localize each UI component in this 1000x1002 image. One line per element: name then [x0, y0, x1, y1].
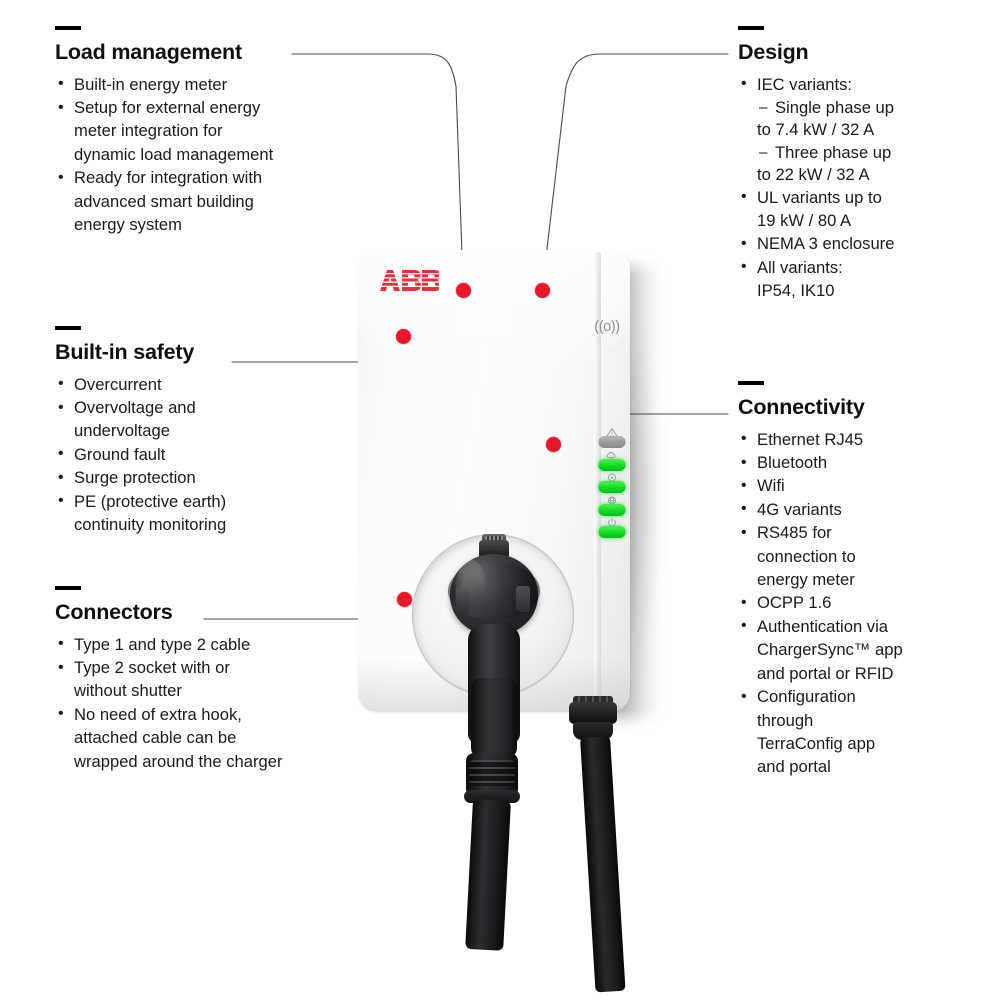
callout-list-item: wrapped around the charger: [74, 751, 283, 771]
callout-list-item: Surge protection: [55, 467, 345, 490]
callout-list-item: attached cable can be: [74, 728, 237, 748]
callout-list-item: Wifi: [738, 475, 988, 498]
status-led-network: [595, 496, 629, 518]
charging-cable: [465, 799, 511, 951]
callout-list-item: Ethernet RJ45: [738, 428, 988, 451]
callout-heading: Load management: [55, 40, 242, 64]
callout-list-item: ChargerSync™ app: [757, 640, 903, 660]
callout-list-item: energy meter: [757, 570, 855, 590]
status-led-warning: [595, 427, 629, 450]
plug-latch-notch: [485, 536, 503, 540]
callout-list-item: meter integration for: [74, 121, 223, 141]
callout-design: Design IEC variants:Single phase upto 7.…: [738, 26, 988, 304]
callout-list-item: Type 2 socket with or: [55, 657, 365, 680]
callout-list-item: Type 1 and type 2 cable: [55, 633, 365, 656]
callout-connectivity: Connectivity Ethernet RJ45BluetoothWifi4…: [738, 381, 988, 780]
callout-list-item: TerraConfig app: [757, 733, 876, 753]
plug-handle-grip: [471, 678, 517, 758]
strain-relief-ribs: [469, 760, 515, 786]
plug-grip-tab-right: [516, 586, 530, 612]
gland-nut: [569, 702, 617, 724]
section-rule: [738, 381, 764, 385]
callout-heading: Connectivity: [738, 395, 865, 419]
power-cable-gland-assembly: [559, 696, 626, 1002]
power-supply-cable: [580, 736, 626, 993]
plug-grip-tab-left: [456, 588, 469, 614]
callout-dot-design[interactable]: [535, 283, 550, 298]
callout-list-item: Ground fault: [55, 443, 345, 466]
callout-list: IEC variants:Single phase upto 7.4 kW / …: [738, 73, 988, 303]
callout-dot-connectors[interactable]: [397, 592, 412, 607]
callout-list-item: to 22 kW / 32 A: [757, 165, 870, 185]
callout-heading: Design: [738, 40, 809, 64]
type2-connector-plug: [440, 528, 548, 951]
callout-list-item: IP54, IK10: [757, 281, 835, 301]
callout-list-item: PE (protective earth): [55, 490, 345, 513]
callout-list-item: dynamic load management: [74, 144, 274, 164]
callout-list-item: advanced smart building: [74, 191, 254, 211]
product-image-terra-ac-wallbox: ((o)): [340, 238, 670, 993]
diagram-stage: ((o)) Load management • Built-in energy …: [0, 0, 1000, 993]
callout-list-item: No need of extra hook,: [55, 703, 365, 726]
callout-dot-connectivity[interactable]: [546, 437, 561, 452]
callout-list-item: and portal: [757, 757, 831, 777]
led-indicator: [598, 503, 626, 516]
callout-list: Ethernet RJ45BluetoothWifi4G variantsRS4…: [738, 428, 988, 779]
callout-list: Type 1 and type 2 cableType 2 socket wit…: [55, 633, 365, 773]
led-indicator: [598, 526, 626, 538]
section-rule: [738, 26, 764, 30]
callout-built-in-safety: Built-in safety OvercurrentOvervoltage a…: [55, 326, 345, 537]
callout-load-management: Load management Built-in energy meterSet…: [55, 26, 345, 237]
callout-connectors: Connectors Type 1 and type 2 cableType 2…: [55, 586, 365, 774]
callout-list-item: to 7.4 kW / 32 A: [757, 120, 875, 140]
callout-list-item: Setup for external energy: [55, 97, 345, 120]
callout-list-item: connection to: [757, 546, 856, 566]
callout-list-item: Built-in energy meter: [55, 73, 345, 96]
callout-list-item: undervoltage: [74, 421, 170, 441]
callout-list-item: IEC variants:: [738, 73, 988, 96]
callout-list-item: and portal or RFID: [757, 663, 894, 683]
callout-list-item: UL variants up to: [738, 186, 988, 209]
callout-list-item: All variants:: [738, 256, 988, 279]
status-led-strip: [595, 427, 629, 540]
callout-list-item: Ready for integration with: [55, 167, 345, 190]
callout-list-item: Authentication via: [738, 615, 988, 638]
callout-list-item: without shutter: [74, 681, 182, 701]
callout-list-item: Three phase up: [738, 142, 988, 165]
led-indicator: [598, 458, 626, 471]
section-rule: [55, 326, 81, 330]
callout-list-item: energy system: [74, 215, 182, 235]
callout-list-item: 19 kW / 80 A: [757, 211, 852, 231]
callout-dot-load-management[interactable]: [456, 283, 471, 298]
callout-dot-built-in-safety[interactable]: [396, 329, 411, 344]
section-rule: [55, 26, 81, 30]
led-indicator: [598, 436, 626, 448]
callout-list-item: Single phase up: [738, 97, 988, 120]
callout-list: OvercurrentOvervoltage andundervoltageGr…: [55, 373, 345, 537]
callout-list-item: NEMA 3 enclosure: [738, 233, 988, 256]
callout-list-item: OCPP 1.6: [738, 592, 988, 615]
status-led-power: [595, 518, 629, 540]
status-led-auth: [595, 473, 629, 495]
callout-list: Built-in energy meterSetup for external …: [55, 73, 345, 237]
abb-logo: [379, 270, 439, 291]
rfid-reader-icon: ((o)): [594, 319, 620, 335]
callout-heading: Built-in safety: [55, 340, 195, 364]
section-rule: [55, 586, 81, 590]
callout-list-item: Configuration: [738, 686, 988, 709]
status-led-cloud: [595, 451, 629, 473]
enclosure-highlight: [358, 250, 630, 370]
callout-list-item: continuity monitoring: [74, 515, 227, 535]
callout-heading: Connectors: [55, 600, 173, 624]
led-indicator: [598, 481, 626, 493]
callout-list-item: 4G variants: [738, 498, 988, 521]
callout-list-item: Overvoltage and: [55, 397, 345, 420]
callout-list-item: Overcurrent: [55, 373, 345, 396]
callout-list-item: RS485 for: [738, 522, 988, 545]
callout-list-item: through: [757, 710, 814, 730]
callout-list-item: Bluetooth: [738, 452, 988, 475]
